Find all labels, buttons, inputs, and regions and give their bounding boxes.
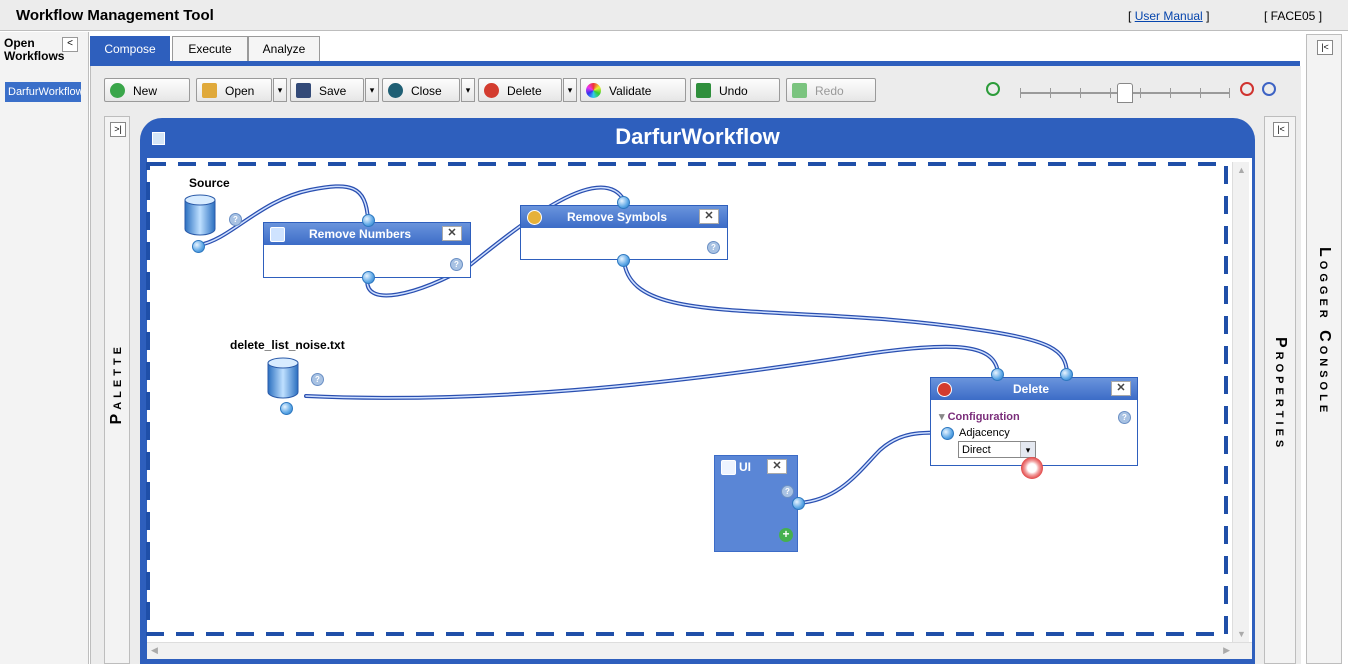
canvas-vertical-scrollbar[interactable]: ▲ ▼ (1232, 162, 1249, 642)
adjacency-input-port[interactable] (941, 427, 954, 440)
adjacency-selected-value: Direct (962, 444, 991, 456)
delete-list-output-port[interactable] (280, 402, 293, 415)
delete-icon (937, 382, 952, 397)
canvas-wires-layer (146, 162, 1228, 636)
configuration-section[interactable]: ▾ Configuration (939, 410, 1020, 423)
scroll-left-icon[interactable]: ◀ (151, 645, 158, 656)
remove-symbols-input-port[interactable] (617, 196, 630, 209)
source-label: Source (189, 176, 230, 190)
remove-symbols-close-button[interactable]: ✕ (699, 209, 719, 224)
remove-symbols-output-port[interactable] (617, 254, 630, 267)
ui-module-header[interactable]: UI ✕ (715, 456, 797, 478)
adjacency-label: Adjacency (959, 427, 1010, 439)
ui-module-close-button[interactable]: ✕ (767, 459, 787, 474)
delete-module-header[interactable]: Delete ✕ (931, 378, 1137, 400)
wire-deletelist-to-delete (304, 344, 1000, 400)
symbol-icon (527, 210, 542, 225)
source-help-icon[interactable]: ? (229, 213, 242, 226)
delete-module[interactable]: Delete ✕ ▾ Configuration ? Adjacency Dir… (930, 377, 1138, 466)
remove-numbers-output-port[interactable] (362, 271, 375, 284)
chat-bubble-icon (721, 460, 736, 475)
remove-numbers-close-button[interactable]: ✕ (442, 226, 462, 241)
ui-module[interactable]: UI ✕ ? + (714, 455, 798, 552)
remove-symbols-title: Remove Symbols (567, 210, 668, 224)
canvas-horizontal-scrollbar[interactable]: ◀ ▶ (147, 642, 1252, 659)
module-icon (270, 227, 285, 242)
remove-numbers-input-port[interactable] (362, 214, 375, 227)
scroll-down-icon[interactable]: ▼ (1237, 629, 1246, 639)
delete-input-port-2[interactable] (1060, 368, 1073, 381)
delete-help-icon[interactable]: ? (1118, 411, 1131, 424)
source-output-port[interactable] (192, 240, 205, 253)
remove-symbols-header[interactable]: Remove Symbols ✕ (521, 206, 727, 228)
ui-output-port[interactable] (792, 497, 805, 510)
scroll-up-icon[interactable]: ▲ (1237, 165, 1246, 175)
delete-list-help-icon[interactable]: ? (311, 373, 324, 386)
delete-module-close-button[interactable]: ✕ (1111, 381, 1131, 396)
delete-list-database-icon[interactable] (266, 356, 300, 400)
delete-module-title: Delete (1013, 382, 1050, 396)
scroll-right-icon[interactable]: ▶ (1223, 645, 1230, 656)
ui-help-icon[interactable]: ? (781, 485, 794, 498)
delete-input-port-1[interactable] (991, 368, 1004, 381)
adjacency-select[interactable]: Direct ▾ (958, 441, 1036, 458)
remove-numbers-title: Remove Numbers (309, 227, 412, 241)
highlighted-output-port[interactable] (1021, 457, 1043, 479)
source-database-icon[interactable] (183, 193, 217, 237)
remove-numbers-help-icon[interactable]: ? (450, 258, 463, 271)
configuration-label: Configuration (947, 411, 1020, 423)
add-plus-icon[interactable]: + (779, 528, 793, 542)
wire-ui-to-adjacency (797, 430, 950, 505)
delete-list-label: delete_list_noise.txt (230, 338, 345, 352)
remove-symbols-module[interactable]: Remove Symbols ✕ ? (520, 205, 728, 260)
chevron-down-icon: ▾ (939, 411, 945, 423)
ui-module-title: UI (739, 460, 751, 474)
remove-numbers-module[interactable]: Remove Numbers ✕ ? (263, 222, 471, 278)
chevron-down-icon: ▾ (1020, 442, 1035, 457)
remove-symbols-help-icon[interactable]: ? (707, 241, 720, 254)
